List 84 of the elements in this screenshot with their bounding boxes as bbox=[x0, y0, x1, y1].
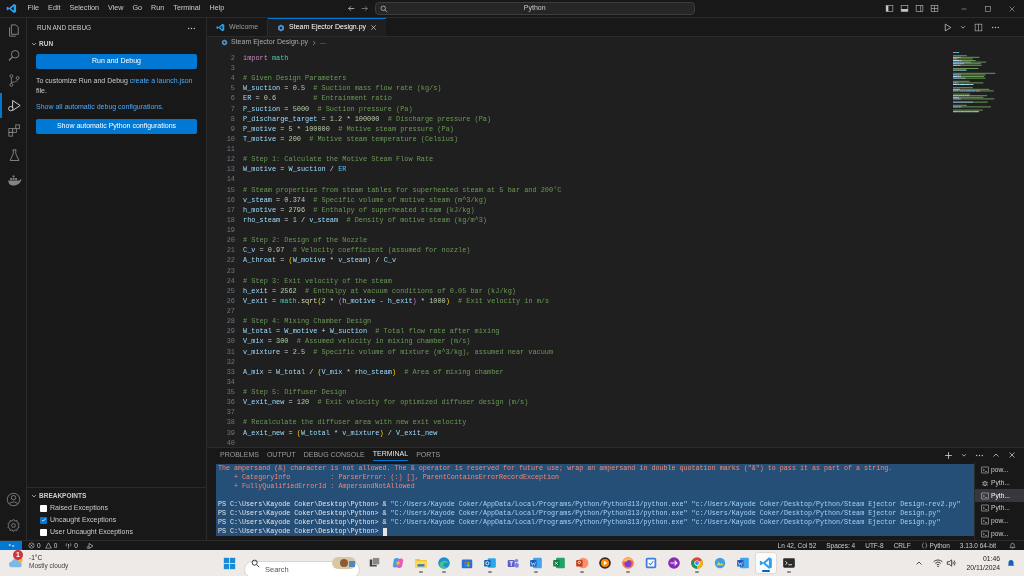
code-editor-logo-icon bbox=[759, 556, 773, 570]
terminal-icon bbox=[981, 529, 989, 538]
terminal-icon bbox=[981, 517, 989, 525]
back-arrow-icon[interactable] bbox=[346, 4, 356, 13]
remote-icon bbox=[7, 542, 15, 549]
taskbar-app[interactable] bbox=[755, 552, 777, 574]
volume-icon[interactable] bbox=[946, 558, 957, 568]
check-icon bbox=[40, 517, 47, 523]
running-indicator bbox=[488, 571, 492, 573]
chevron-icon[interactable] bbox=[30, 492, 38, 500]
document-icon bbox=[736, 556, 750, 570]
chevron-up-icon[interactable] bbox=[992, 451, 1000, 459]
document-icon bbox=[529, 556, 543, 570]
bell-icon[interactable] bbox=[1009, 542, 1016, 549]
branch-icon bbox=[6, 73, 22, 88]
warning-icon bbox=[44, 542, 52, 549]
split-editor-icon[interactable] bbox=[974, 22, 983, 32]
checkbox[interactable] bbox=[40, 504, 47, 512]
arrow-circle-icon bbox=[667, 556, 681, 570]
debug-run-icon[interactable] bbox=[85, 541, 94, 550]
checkbox[interactable] bbox=[40, 516, 47, 524]
terminal-icon bbox=[782, 556, 796, 570]
search-highlight-picture-icon bbox=[332, 557, 356, 569]
plus-icon[interactable] bbox=[944, 450, 953, 460]
layout-sidebar-icon[interactable] bbox=[885, 4, 894, 13]
wave-icon bbox=[437, 556, 451, 570]
task-view-icon bbox=[368, 556, 382, 570]
error-icon bbox=[28, 542, 35, 549]
antenna-icon bbox=[65, 542, 73, 549]
code-editor-logo-icon bbox=[216, 22, 225, 32]
caret-icon[interactable] bbox=[961, 452, 967, 458]
terminal-icon bbox=[981, 504, 989, 513]
running-indicator bbox=[695, 571, 699, 573]
play-icon bbox=[598, 556, 612, 570]
running-indicator bbox=[626, 571, 630, 573]
app-icon bbox=[713, 556, 727, 570]
search-icon bbox=[6, 48, 22, 63]
globe-icon bbox=[621, 556, 635, 570]
search-icon bbox=[379, 4, 388, 13]
code-editor-logo-icon bbox=[6, 3, 17, 14]
running-indicator bbox=[419, 571, 423, 573]
whale-icon bbox=[6, 173, 22, 188]
running-indicator bbox=[762, 570, 770, 572]
wifi-icon[interactable] bbox=[933, 558, 944, 568]
files-icon bbox=[6, 23, 22, 38]
running-indicator bbox=[534, 571, 538, 573]
running-indicator bbox=[442, 571, 446, 573]
checklist-icon bbox=[644, 556, 658, 570]
settings-icon bbox=[5, 517, 21, 533]
blocks-icon bbox=[6, 123, 22, 138]
play-bug-icon bbox=[6, 98, 22, 113]
mail-icon bbox=[483, 556, 497, 570]
layout-grid-icon[interactable] bbox=[930, 4, 939, 13]
forward-arrow-icon[interactable] bbox=[359, 4, 369, 13]
flask-icon bbox=[6, 148, 22, 163]
running-indicator bbox=[787, 571, 791, 573]
browser-icon bbox=[690, 556, 704, 570]
caret-icon[interactable] bbox=[960, 24, 966, 30]
swirl-icon bbox=[391, 556, 405, 570]
bug-icon bbox=[981, 479, 989, 487]
python-file-icon bbox=[221, 39, 228, 46]
search-icon bbox=[251, 558, 260, 568]
spreadsheet-icon bbox=[552, 556, 566, 570]
folder-icon bbox=[414, 556, 428, 570]
bell-icon[interactable] bbox=[1006, 558, 1016, 568]
close-icon[interactable] bbox=[1008, 4, 1016, 13]
maximize-icon[interactable] bbox=[984, 4, 992, 13]
chevron-up-icon[interactable] bbox=[915, 559, 924, 567]
braces-icon bbox=[920, 542, 928, 549]
layout-panel-icon[interactable] bbox=[900, 4, 909, 13]
close-icon[interactable] bbox=[1008, 451, 1016, 459]
run-icon[interactable] bbox=[943, 22, 952, 32]
chevron-icon bbox=[311, 39, 318, 46]
close-icon[interactable] bbox=[370, 24, 378, 31]
checkbox[interactable] bbox=[40, 528, 47, 536]
layout-secondary-icon[interactable] bbox=[915, 4, 924, 13]
windows-logo-icon bbox=[222, 556, 236, 570]
terminal-icon bbox=[981, 466, 989, 475]
people-icon bbox=[506, 556, 520, 570]
slides-icon bbox=[575, 556, 589, 570]
person-icon bbox=[5, 491, 21, 507]
python-file-icon bbox=[277, 23, 286, 32]
running-indicator bbox=[580, 571, 584, 573]
terminal-icon bbox=[981, 491, 989, 500]
